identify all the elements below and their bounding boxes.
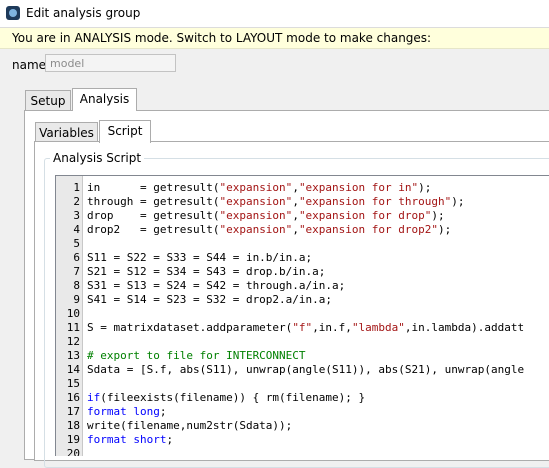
line-number: 10 xyxy=(66,307,80,320)
code-line: write(filename,num2str(Sdata)); xyxy=(87,419,293,432)
name-label: name xyxy=(12,58,47,72)
line-number: 14 xyxy=(66,363,80,376)
line-number: 18 xyxy=(66,419,80,432)
name-input[interactable] xyxy=(45,54,176,72)
line-number: 13 xyxy=(66,349,80,362)
tab-variables[interactable]: Variables xyxy=(35,122,98,143)
line-number: 19 xyxy=(66,433,80,446)
line-number: 3 xyxy=(73,209,80,222)
code-line: S41 = S14 = S23 = S32 = drop2.a/in.a; xyxy=(87,293,333,306)
line-number-gutter: 1 2 3 4 5 6 7 8 9 10 11 12 13 14 15 16 17 18 19 20 xyxy=(56,176,83,456)
code-line: through = getresult("expansion","expansi… xyxy=(87,195,465,208)
code-line: S31 = S13 = S24 = S42 = through.a/in.a; xyxy=(87,279,346,292)
analysis-script-title: Analysis Script xyxy=(50,151,145,165)
tab-analysis[interactable]: Analysis xyxy=(72,88,137,111)
line-number: 1 xyxy=(73,181,80,194)
line-number: 5 xyxy=(73,237,80,250)
line-number: 15 xyxy=(66,377,80,390)
code-line: drop = getresult("expansion","expansion … xyxy=(87,209,445,222)
line-number: 7 xyxy=(73,265,80,278)
app-icon xyxy=(6,6,20,20)
mode-banner-text: You are in ANALYSIS mode. Switch to LAYO… xyxy=(12,31,432,45)
line-number: 11 xyxy=(66,321,80,334)
line-number: 16 xyxy=(66,391,80,404)
tab-setup[interactable]: Setup xyxy=(25,90,71,111)
window-title: Edit analysis group xyxy=(26,6,141,20)
line-number: 6 xyxy=(73,251,80,264)
line-number: 2 xyxy=(73,195,80,208)
code-line: if(fileexists(filename)) { rm(filename);… xyxy=(87,391,366,404)
code-line: S = matrixdataset.addparameter("f",in.f,… xyxy=(87,321,525,334)
line-number: 8 xyxy=(73,279,80,292)
title-bar: Edit analysis group xyxy=(0,0,549,28)
mode-banner: You are in ANALYSIS mode. Switch to LAYO… xyxy=(0,28,549,49)
line-number: 9 xyxy=(73,293,80,306)
line-number: 12 xyxy=(66,335,80,348)
code-line: format short; xyxy=(87,433,174,446)
code-line: Sdata = [S.f, abs(S11), unwrap(angle(S11… xyxy=(87,363,525,376)
script-editor[interactable]: 1 2 3 4 5 6 7 8 9 10 11 12 13 14 15 16 17 18 19 20 in = get… xyxy=(55,175,549,456)
code-line: drop2 = getresult("expansion","expansion… xyxy=(87,223,452,236)
tab-script[interactable]: Script xyxy=(99,120,151,143)
code-line: # export to file for INTERCONNECT xyxy=(87,349,306,362)
line-number: 17 xyxy=(66,405,80,418)
code-line: S21 = S12 = S34 = S43 = drop.b/in.a; xyxy=(87,265,326,278)
line-number: 4 xyxy=(73,223,80,236)
code-line: S11 = S22 = S33 = S44 = in.b/in.a; xyxy=(87,251,313,264)
code-line: format long; xyxy=(87,405,167,418)
code-line: in = getresult("expansion","expansion fo… xyxy=(87,181,432,194)
